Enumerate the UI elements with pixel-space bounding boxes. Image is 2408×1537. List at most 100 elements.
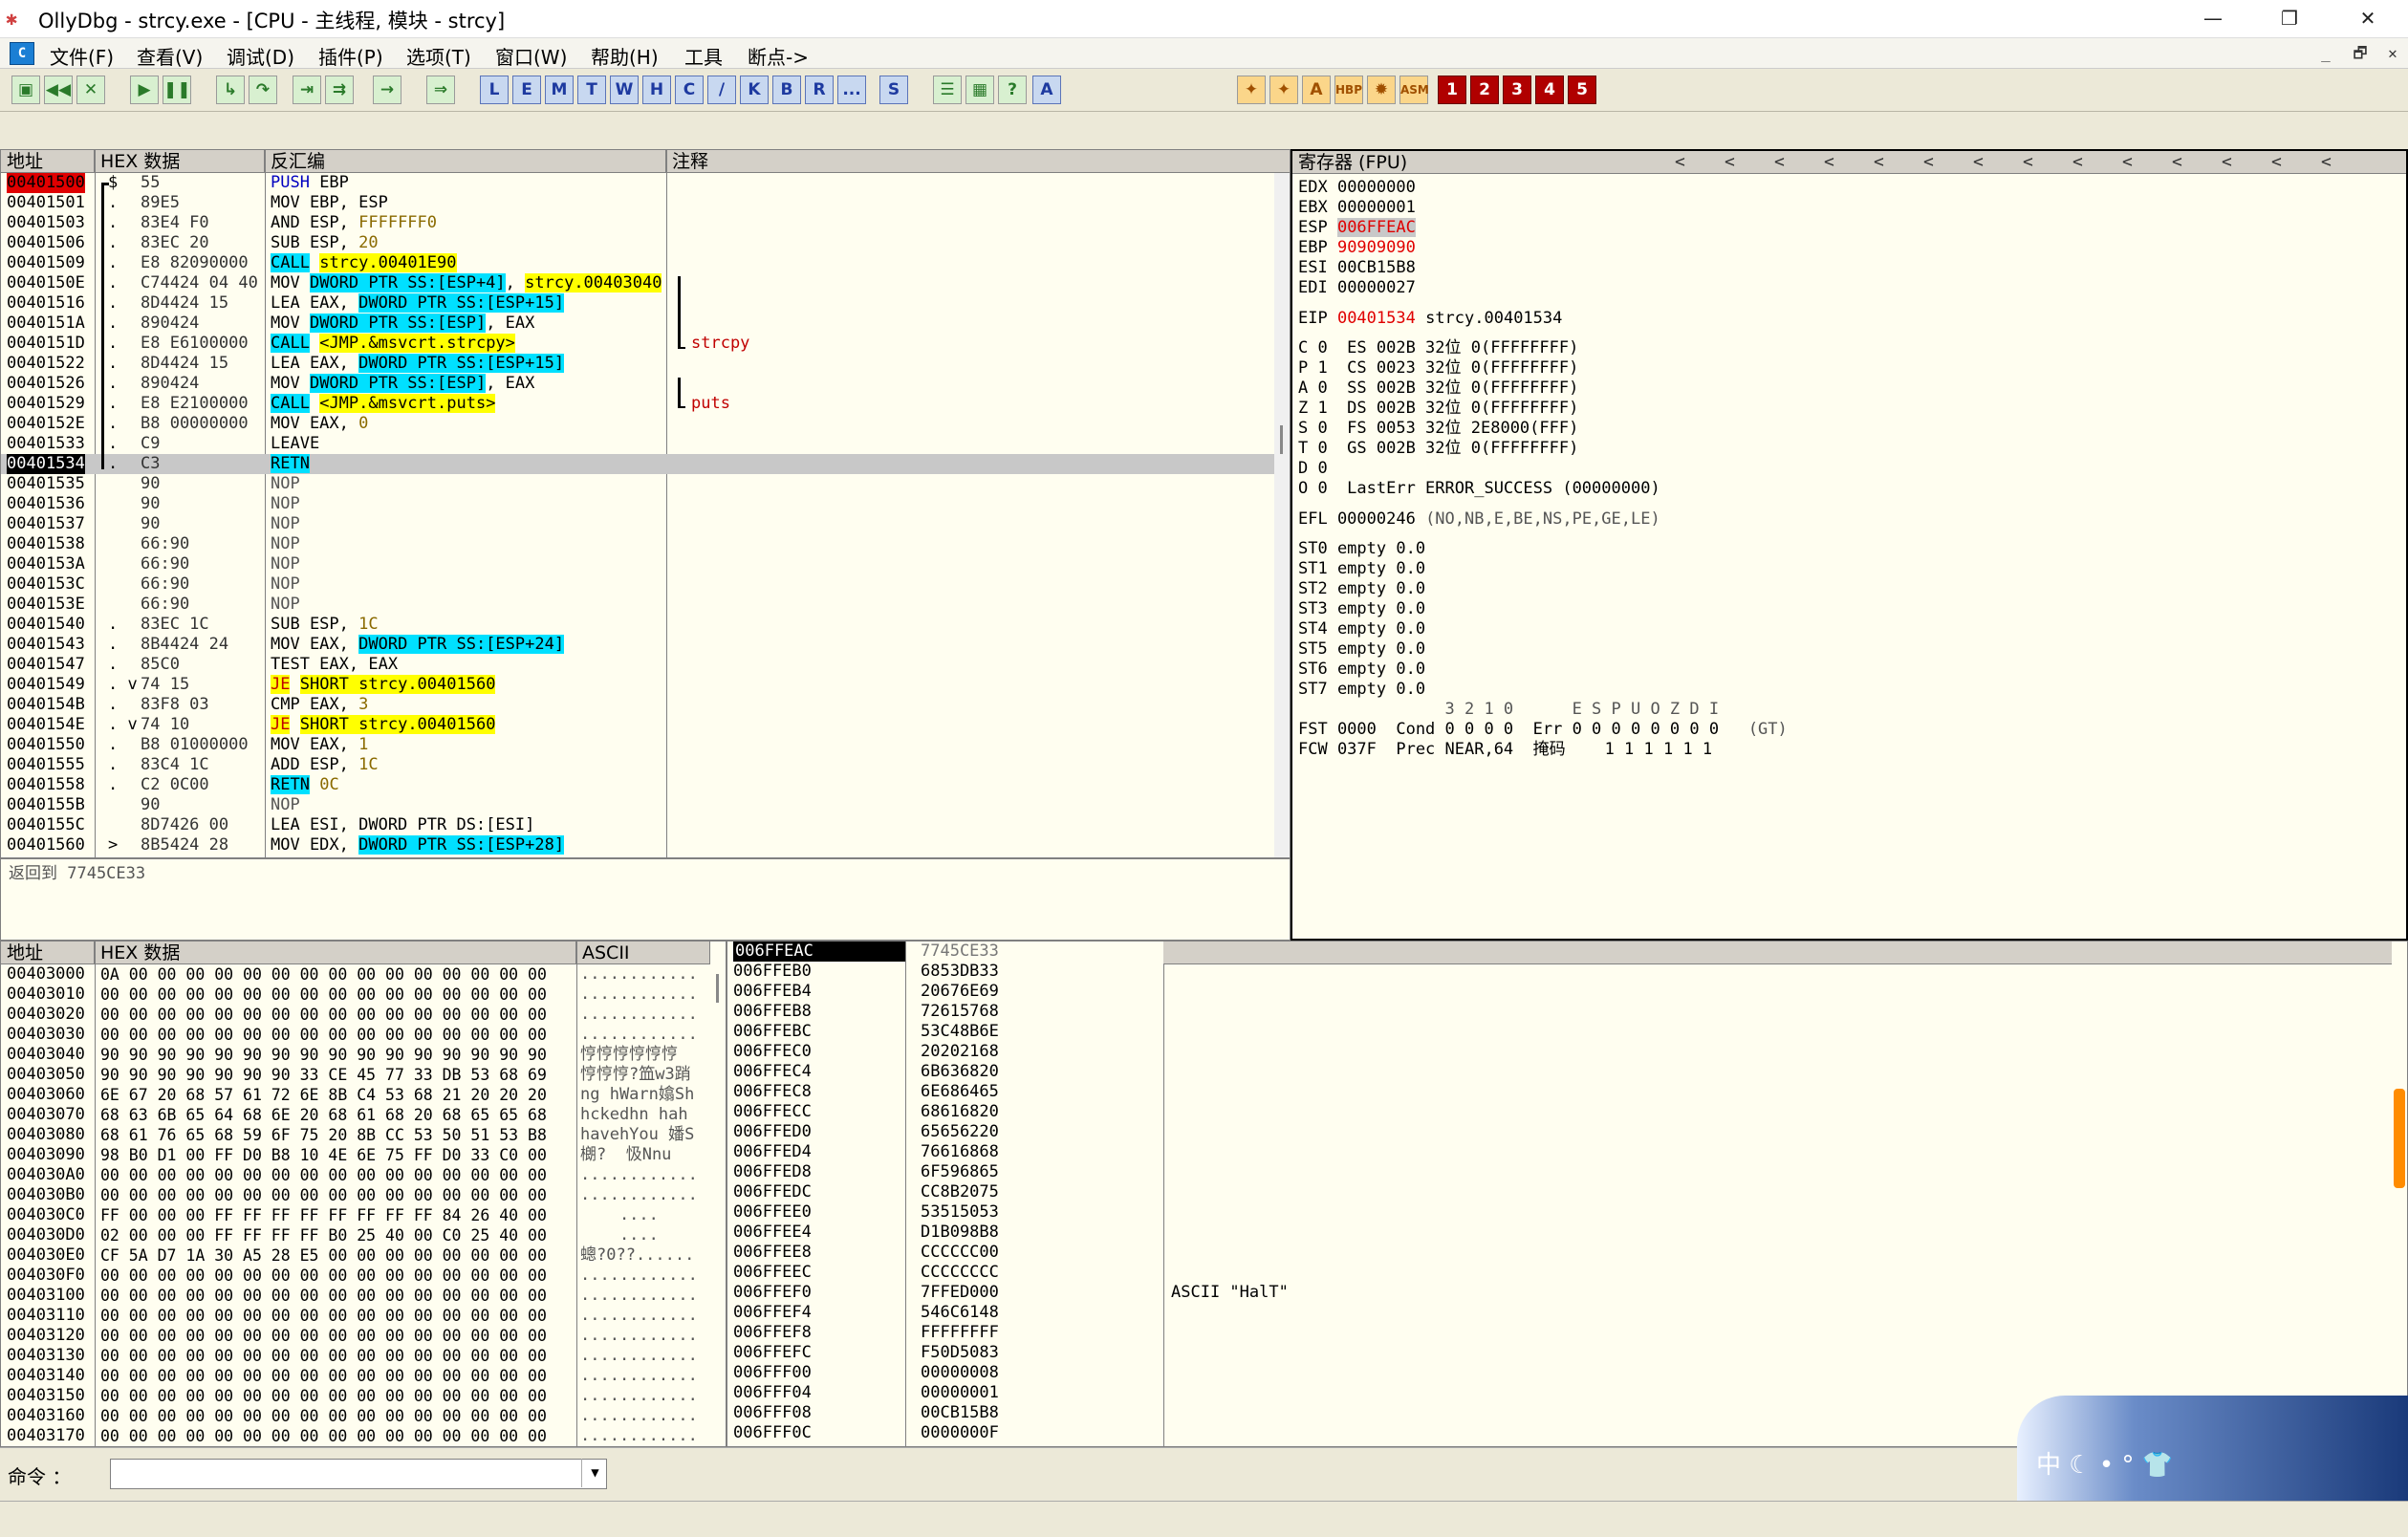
stack-row[interactable]: 006FFEF4 546C6148: [727, 1303, 2392, 1323]
registers-header[interactable]: 寄存器 (FPU): [1292, 151, 2406, 174]
flag-row[interactable]: D 0: [1298, 459, 1328, 479]
dump-row[interactable]: 00403120 00 00 00 00 00 00 00 00 00 00 00…: [1, 1326, 710, 1346]
register-efl[interactable]: EFL 00000246 (NO,NB,E,BE,NS,PE,GE,LE): [1298, 509, 1660, 530]
asm-icon[interactable]: ASM: [1399, 76, 1429, 104]
stack-row[interactable]: 006FFEF0 7FFED000 ASCII "HalT": [727, 1283, 2392, 1303]
cpu-window-icon[interactable]: C: [10, 42, 34, 65]
fpu-status-word[interactable]: FST 0000 Cond 0 0 0 0 Err 0 0 0 0 0 0 0 …: [1298, 720, 1788, 740]
dump-row[interactable]: 00403150 00 00 00 00 00 00 00 00 00 00 00…: [1, 1386, 710, 1406]
disasm-row[interactable]: 0040153E 66:90 NOP: [1, 595, 1274, 615]
restart-icon[interactable]: ◀◀: [44, 76, 73, 104]
disasm-row[interactable]: 00401550. B8 01000000 MOV EAX, 1: [1, 735, 1274, 755]
step-over-icon[interactable]: ↷: [249, 76, 277, 104]
mdi-close-button[interactable]: ✕: [2380, 42, 2405, 65]
dump-row[interactable]: 00403030 00 00 00 00 00 00 00 00 00 00 00…: [1, 1025, 710, 1045]
disasm-row[interactable]: 0040155B 90 NOP: [1, 795, 1274, 815]
flag-row[interactable]: S 0 FS 0053 32位 2E8000(FFF): [1298, 419, 1578, 439]
disasm-row[interactable]: 00401555. 83C4 1C ADD ESP, 1C: [1, 755, 1274, 775]
register-scroll-arrow[interactable]: <: [1923, 151, 1934, 174]
flag-row[interactable]: Z 1 DS 002B 32位 0(FFFFFFFF): [1298, 399, 1578, 419]
disasm-row[interactable]: 00401560 >8B5424 28 MOV EDX, DWORD PTR SS:…: [1, 835, 1274, 855]
trace-into-icon[interactable]: ⇥: [293, 76, 321, 104]
dump-row[interactable]: 004030A0 00 00 00 00 00 00 00 00 00 00 00…: [1, 1165, 710, 1185]
fpu-st-register[interactable]: ST7 empty 0.0: [1298, 680, 1425, 700]
stack-row[interactable]: 006FFECC 68616820: [727, 1102, 2392, 1122]
ime-widget[interactable]: 中 ☾ • ° 👕: [2017, 1396, 2408, 1501]
hw-bp-1-button[interactable]: 1: [1438, 76, 1466, 104]
flag-row[interactable]: C 0 ES 002B 32位 0(FFFFFFFF): [1298, 338, 1578, 358]
dump-row[interactable]: 00403140 00 00 00 00 00 00 00 00 00 00 00…: [1, 1366, 710, 1386]
register-ebx[interactable]: EBX 00000001: [1298, 198, 1416, 218]
handles-window-button[interactable]: H: [642, 76, 671, 104]
mdi-minimize-button[interactable]: _: [2313, 42, 2338, 65]
disasm-scrollbar[interactable]: [1274, 173, 1290, 857]
disasm-row[interactable]: 00401526. 890424 MOV DWORD PTR SS:[ESP], E…: [1, 374, 1274, 394]
disasm-row[interactable]: 0040153A 66:90 NOP: [1, 554, 1274, 574]
disasm-row[interactable]: 0040153C 66:90 NOP: [1, 574, 1274, 595]
fpu-st-register[interactable]: ST6 empty 0.0: [1298, 660, 1425, 680]
register-scroll-arrow[interactable]: <: [1675, 151, 1685, 174]
register-scroll-arrow[interactable]: <: [2023, 151, 2033, 174]
dump-row[interactable]: 00403000 0A 00 00 00 00 00 00 00 00 00 00…: [1, 964, 710, 985]
disasm-row[interactable]: 00401534. C3 RETN: [1, 454, 1274, 474]
log-window-button[interactable]: L: [480, 76, 509, 104]
stack-row[interactable]: 006FFED0 65656220: [727, 1122, 2392, 1142]
register-scroll-arrow[interactable]: <: [2321, 151, 2332, 174]
windows-window-button[interactable]: W: [610, 76, 639, 104]
disasm-header-comment[interactable]: 注释: [666, 150, 1290, 173]
disasm-row[interactable]: 00401547. 85C0 TEST EAX, EAX: [1, 655, 1274, 675]
dump-row[interactable]: 004030C0 FF 00 00 00 FF FF FF FF FF FF FF…: [1, 1205, 710, 1225]
dump-row[interactable]: 00403160 00 00 00 00 00 00 00 00 00 00 00…: [1, 1406, 710, 1426]
flag-row[interactable]: P 1 CS 0023 32位 0(FFFFFFFF): [1298, 358, 1578, 379]
register-scroll-arrow[interactable]: <: [2122, 151, 2133, 174]
menu-file[interactable]: 文件(F): [50, 42, 114, 70]
disasm-row[interactable]: 00401535 90 NOP: [1, 474, 1274, 494]
fpu-st-register[interactable]: ST1 empty 0.0: [1298, 559, 1425, 579]
disasm-row[interactable]: 0040151A. 890424 MOV DWORD PTR SS:[ESP], E…: [1, 314, 1274, 334]
hex-dump-pane[interactable]: 地址 HEX 数据 ASCII 00403000 0A 00 00 00 00 0…: [0, 941, 727, 1447]
mdi-restore-button[interactable]: 🗗: [2348, 42, 2373, 65]
disasm-row[interactable]: 00401503. 83E4 F0 AND ESP, FFFFFFF0: [1, 213, 1274, 233]
stack-row[interactable]: 006FFEEC CCCCCCCC: [727, 1263, 2392, 1283]
menu-help[interactable]: 帮助(H): [591, 42, 659, 70]
ime-widget-label[interactable]: 中 ☾ • ° 👕: [2036, 1445, 2173, 1481]
dump-row[interactable]: 00403100 00 00 00 00 00 00 00 00 00 00 00…: [1, 1286, 710, 1306]
register-eip[interactable]: EIP 00401534 strcy.00401534: [1298, 309, 1562, 329]
fpu-st-register[interactable]: ST2 empty 0.0: [1298, 579, 1425, 599]
disasm-header-disasm[interactable]: 反汇编: [265, 150, 666, 173]
disasm-row[interactable]: 00401558. C2 0C00 RETN 0C: [1, 775, 1274, 795]
dump-scrollbar[interactable]: [710, 964, 726, 1446]
register-edi[interactable]: EDI 00000027: [1298, 278, 1416, 298]
stack-row[interactable]: 006FFEE0 53515053: [727, 1202, 2392, 1223]
call-stack-button[interactable]: K: [740, 76, 769, 104]
menu-window[interactable]: 窗口(W): [495, 42, 567, 70]
disasm-row[interactable]: 00401537 90 NOP: [1, 514, 1274, 534]
dump-row[interactable]: 00403060 6E 67 20 68 57 61 72 6E 8B C4 53…: [1, 1085, 710, 1105]
disassembly-pane[interactable]: 地址 HEX 数据 反汇编 注释 00401500 $55 PUSH EBP 0040…: [0, 149, 1291, 858]
flag-row[interactable]: A 0 SS 002B 32位 0(FFFFFFFF): [1298, 379, 1578, 399]
menu-debug[interactable]: 调试(D): [227, 42, 294, 70]
disasm-row[interactable]: 00401540. 83EC 1C SUB ESP, 1C: [1, 615, 1274, 635]
register-scroll-arrow[interactable]: <: [1973, 151, 1984, 174]
dump-row[interactable]: 00403170 00 00 00 00 00 00 00 00 00 00 00…: [1, 1426, 710, 1446]
stack-row[interactable]: 006FFEF8 FFFFFFFF: [727, 1323, 2392, 1343]
register-scroll-arrow[interactable]: <: [1874, 151, 1884, 174]
disasm-row[interactable]: 00401500 $55 PUSH EBP: [1, 173, 1274, 193]
menu-plugins[interactable]: 插件(P): [318, 42, 383, 70]
close-button[interactable]: ✕: [2344, 4, 2392, 32]
dump-row[interactable]: 004030D0 02 00 00 00 FF FF FF FF B0 25 40…: [1, 1225, 710, 1245]
stack-row[interactable]: 006FFED8 6F596865: [727, 1162, 2392, 1182]
disasm-row[interactable]: 00401501. 89E5 MOV EBP, ESP: [1, 193, 1274, 213]
dump-row[interactable]: 00403110 00 00 00 00 00 00 00 00 00 00 00…: [1, 1306, 710, 1326]
hw-bp-2-button[interactable]: 2: [1470, 76, 1499, 104]
hw-bp-5-button[interactable]: 5: [1568, 76, 1596, 104]
hw-bp-4-button[interactable]: 4: [1535, 76, 1564, 104]
dump-row[interactable]: 004030E0 CF 5A D7 1A 30 A5 28 E5 00 00 00…: [1, 1245, 710, 1266]
stack-row[interactable]: 006FFEE4 D1B098B8: [727, 1223, 2392, 1243]
stack-row[interactable]: 006FFEB4 20676E69: [727, 982, 2392, 1002]
restore-button[interactable]: ❐: [2266, 4, 2313, 32]
fpu-st-register[interactable]: ST5 empty 0.0: [1298, 639, 1425, 660]
source-window-button[interactable]: S: [879, 76, 908, 104]
disasm-row[interactable]: 00401536 90 NOP: [1, 494, 1274, 514]
disasm-row[interactable]: 0040150E. C74424 04 40 MOV DWORD PTR SS:[E…: [1, 273, 1274, 293]
